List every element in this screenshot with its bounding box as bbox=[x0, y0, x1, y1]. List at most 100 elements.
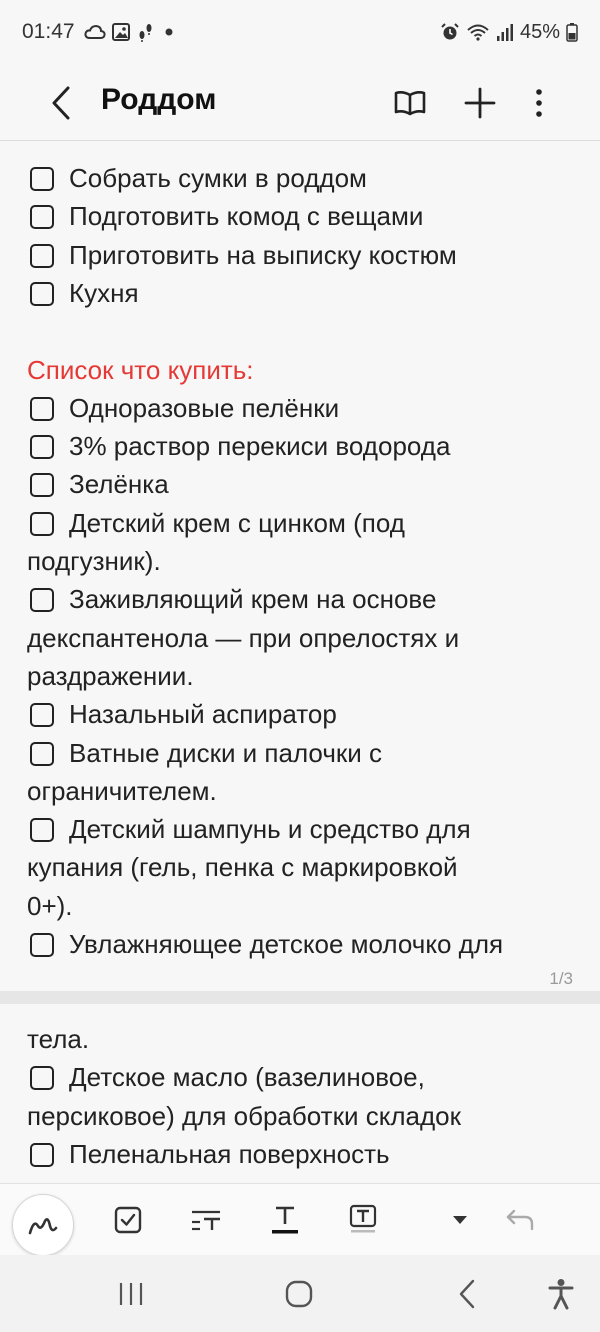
back-button[interactable] bbox=[36, 76, 86, 130]
checkbox[interactable] bbox=[30, 588, 54, 613]
checklist-item[interactable]: 3% раствор перекиси водорода bbox=[27, 427, 450, 465]
checklist-item[interactable]: Увлажняющее детское молочко для bbox=[27, 925, 503, 963]
wifi-icon bbox=[467, 24, 489, 41]
checklist-item[interactable]: Кухня bbox=[27, 274, 139, 312]
text-style-icon bbox=[192, 1210, 220, 1231]
note-text: подгузник). bbox=[27, 546, 161, 576]
add-button[interactable] bbox=[455, 78, 505, 128]
note-text: Детское масло (вазелиновое, bbox=[69, 1062, 425, 1093]
checkbox[interactable] bbox=[30, 1142, 54, 1167]
battery-percentage: 45% bbox=[519, 20, 560, 43]
checkbox[interactable] bbox=[30, 167, 54, 191]
checklist-item[interactable]: Детский шампунь и средство для bbox=[27, 810, 471, 848]
reading-mode-button[interactable] bbox=[385, 78, 435, 128]
note-page-1[interactable]: Собрать сумки в роддом Подготовить комод … bbox=[0, 141, 600, 991]
checklist-item[interactable]: Приготовить на выписку костюм bbox=[27, 236, 457, 274]
text-highlight-icon bbox=[349, 1204, 377, 1233]
notification-dot-icon bbox=[165, 28, 173, 36]
note-text: Зелёнка bbox=[69, 469, 169, 500]
accessibility-button[interactable] bbox=[536, 1273, 586, 1315]
undo-button[interactable] bbox=[496, 1198, 544, 1242]
checkbox[interactable] bbox=[30, 1066, 54, 1091]
note-text: Назальный аспиратор bbox=[69, 699, 337, 730]
checklist-item[interactable]: Одноразовые пелёнки bbox=[27, 389, 339, 427]
checklist-item[interactable]: Детский крем с цинком (под bbox=[27, 504, 405, 542]
checklist-item[interactable]: Детское масло (вазелиновое, bbox=[27, 1058, 425, 1096]
note-text: Детский крем с цинком (под bbox=[69, 507, 405, 538]
more-tools-dropdown[interactable] bbox=[436, 1198, 484, 1242]
checkbox[interactable] bbox=[30, 511, 54, 536]
text-highlight-button[interactable] bbox=[339, 1198, 387, 1242]
note-text-line[interactable]: персиковое) для обработки складок bbox=[27, 1097, 461, 1135]
note-text-line[interactable]: подгузник). bbox=[27, 542, 161, 580]
note-text-line[interactable]: 0+). bbox=[27, 887, 73, 925]
checkbox[interactable] bbox=[30, 473, 54, 498]
section-heading[interactable]: Список что купить: bbox=[27, 351, 254, 389]
note-text: Одноразовые пелёнки bbox=[69, 392, 340, 423]
checkbox[interactable] bbox=[30, 281, 54, 306]
checklist-item[interactable]: Заживляющий крем на основе bbox=[27, 580, 436, 618]
checkbox[interactable] bbox=[30, 818, 54, 843]
app-bar: Роддом bbox=[0, 66, 600, 140]
back-arrow-icon bbox=[52, 86, 70, 120]
checkbox-button[interactable] bbox=[104, 1198, 152, 1242]
more-vertical-icon bbox=[536, 89, 542, 117]
more-options-button[interactable] bbox=[514, 78, 564, 128]
system-back-button[interactable] bbox=[442, 1273, 492, 1315]
status-time: 01:47 bbox=[22, 20, 75, 43]
checkbox[interactable] bbox=[30, 741, 54, 766]
note-text: купания (гель, пенка с маркировкой bbox=[27, 852, 458, 883]
checklist-item[interactable]: Назальный аспиратор bbox=[27, 695, 337, 733]
note-text-line[interactable]: купания (гель, пенка с маркировкой bbox=[27, 848, 458, 886]
text-style-button[interactable] bbox=[182, 1198, 230, 1242]
note-page-2[interactable]: тела. Детское масло (вазелиновое, персиков… bbox=[0, 1004, 600, 1183]
note-text: Ватные диски и палочки с bbox=[69, 737, 382, 768]
page-indicator: 1/3 bbox=[549, 969, 573, 988]
plus-icon bbox=[464, 87, 496, 119]
note-text-line[interactable]: раздражении. bbox=[27, 657, 194, 695]
pen-mode-button[interactable] bbox=[12, 1194, 74, 1256]
note-text-line[interactable]: декспантенола — при опрелостях и bbox=[27, 619, 459, 657]
checkbox[interactable] bbox=[30, 205, 54, 230]
note-text: Детский шампунь и средство для bbox=[69, 814, 471, 845]
accessibility-icon bbox=[548, 1279, 574, 1310]
note-title[interactable]: Роддом bbox=[101, 80, 216, 120]
note-text: Увлажняющее детское молочко для bbox=[69, 929, 504, 959]
note-text: ограничителем. bbox=[27, 775, 217, 806]
note-text: Подготовить комод с вещами bbox=[69, 201, 424, 232]
checkbox[interactable] bbox=[30, 933, 54, 957]
note-text: Пеленальная поверхность bbox=[69, 1138, 390, 1169]
system-navigation-bar bbox=[0, 1255, 600, 1332]
undo-icon bbox=[506, 1209, 534, 1231]
checklist-item[interactable]: Собрать сумки в роддом bbox=[27, 159, 367, 197]
checkbox-icon bbox=[114, 1206, 142, 1234]
battery-icon bbox=[566, 23, 578, 42]
cloud-icon bbox=[84, 24, 106, 39]
checkbox[interactable] bbox=[30, 703, 54, 728]
book-icon bbox=[394, 91, 426, 116]
note-text: тела. bbox=[27, 1024, 90, 1054]
note-text: Приготовить на выписку костюм bbox=[69, 239, 457, 270]
checklist-item[interactable]: Зелёнка bbox=[27, 465, 169, 503]
gallery-icon bbox=[112, 23, 130, 41]
checklist-item[interactable]: Подготовить комод с вещами bbox=[27, 197, 423, 235]
checkbox[interactable] bbox=[30, 435, 54, 460]
checkbox[interactable] bbox=[30, 243, 54, 268]
checklist-item[interactable]: Пеленальная поверхность bbox=[27, 1135, 390, 1173]
note-text: 0+). bbox=[27, 890, 73, 921]
checkbox[interactable] bbox=[30, 396, 54, 421]
page-separator bbox=[0, 991, 600, 1004]
home-icon bbox=[285, 1280, 313, 1308]
note-text: персиковое) для обработки складок bbox=[27, 1100, 462, 1131]
note-text-line[interactable]: тела. bbox=[27, 1020, 89, 1058]
checklist-item[interactable]: Ватные диски и палочки с bbox=[27, 734, 382, 772]
steps-icon bbox=[139, 24, 152, 42]
text-color-button[interactable] bbox=[261, 1198, 309, 1242]
note-text: 3% раствор перекиси водорода bbox=[69, 431, 451, 462]
note-text-line[interactable]: ограничителем. bbox=[27, 772, 217, 810]
dropdown-icon bbox=[453, 1216, 467, 1224]
note-text: Собрать сумки в роддом bbox=[69, 163, 367, 193]
recent-apps-button[interactable] bbox=[106, 1273, 156, 1315]
signal-icon bbox=[496, 24, 513, 41]
home-button[interactable] bbox=[274, 1273, 324, 1315]
